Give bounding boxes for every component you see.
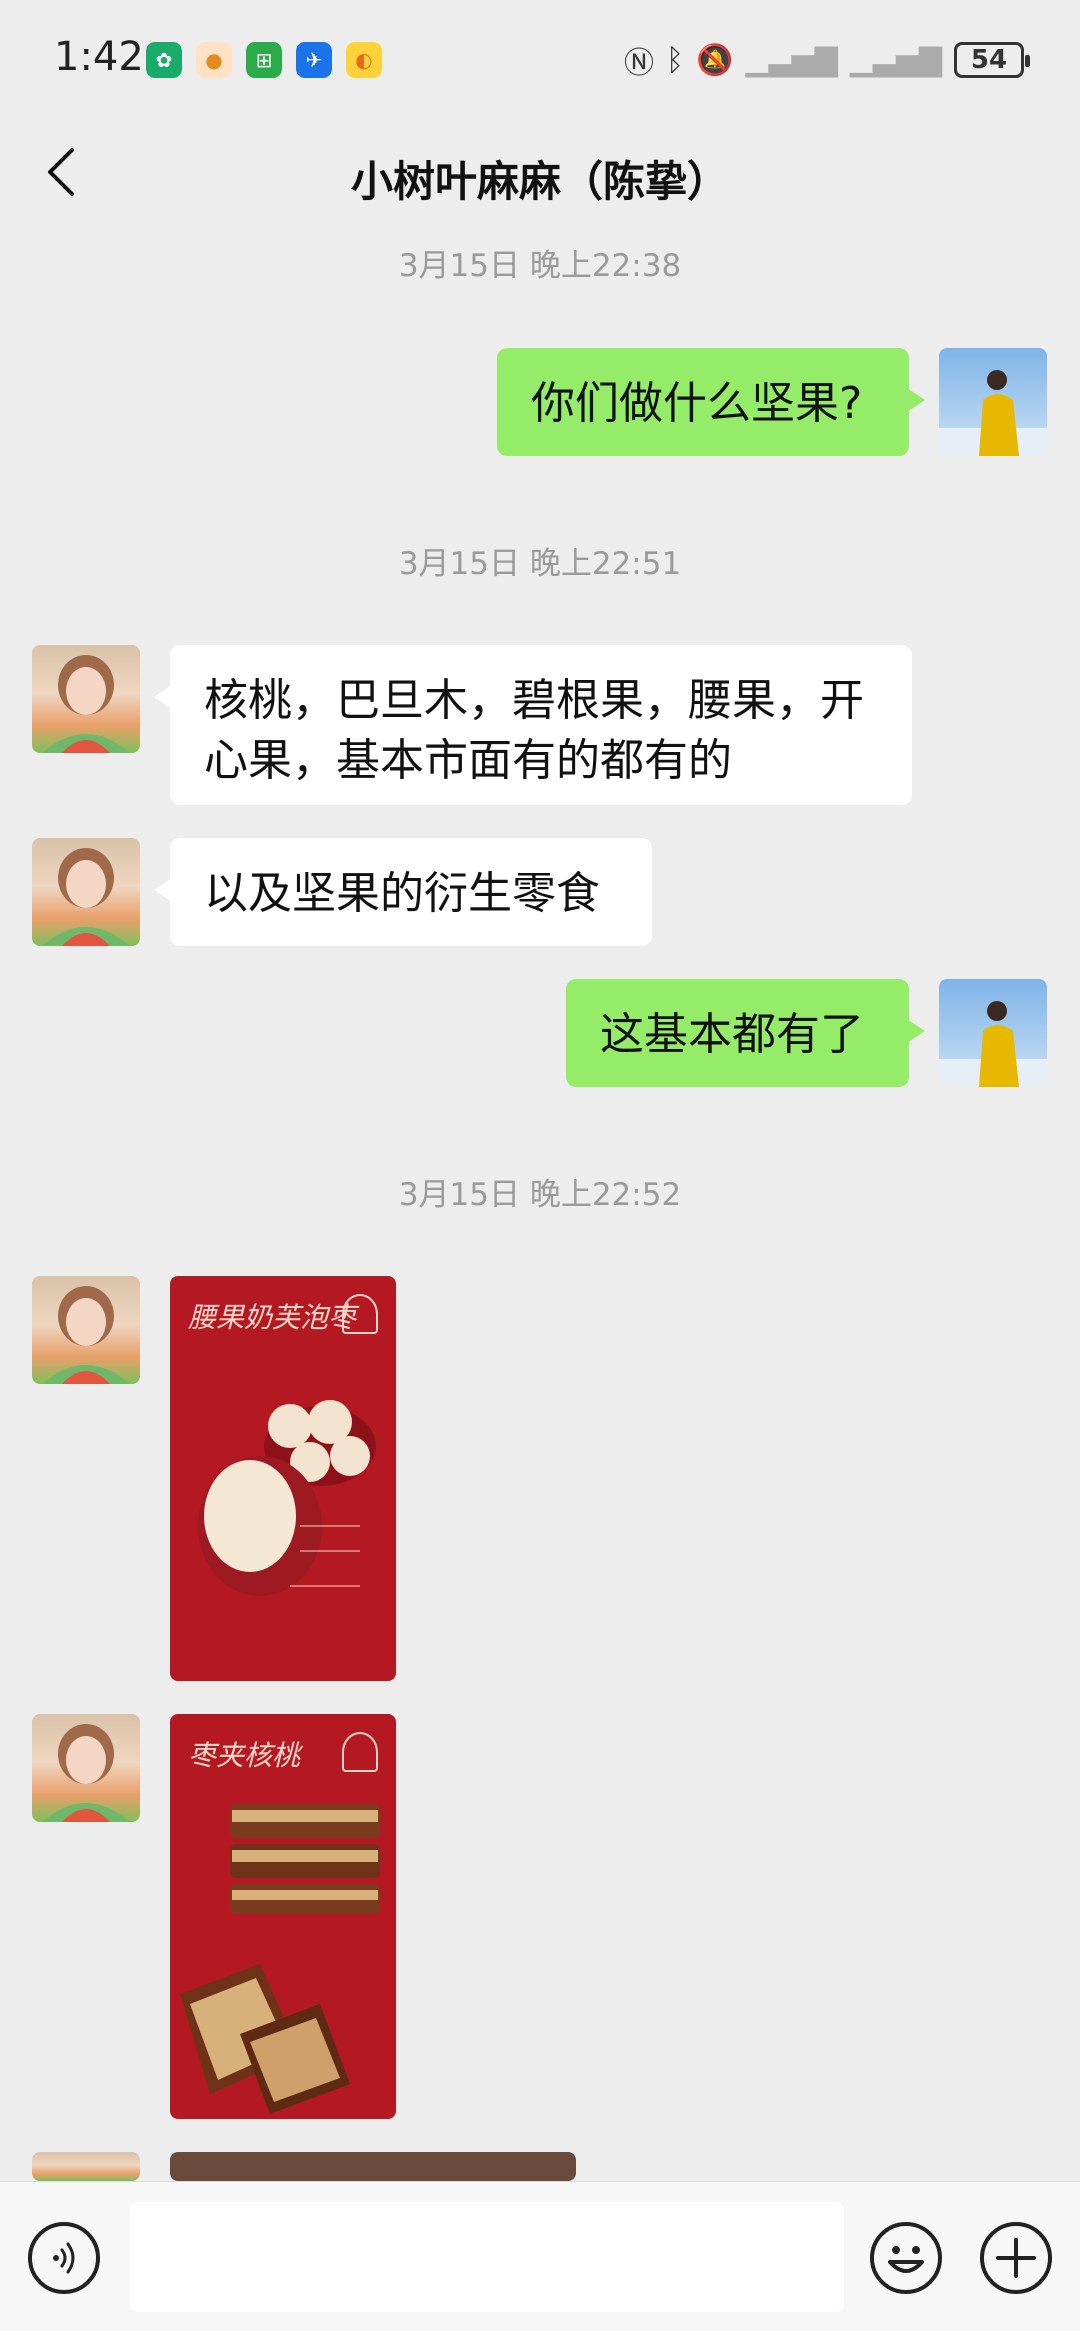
product-image[interactable]: 腰果奶芙泡枣	[170, 1276, 396, 1681]
received-message[interactable]: 以及坚果的衍生零食	[154, 838, 652, 946]
brand-logo-icon	[342, 1294, 378, 1334]
contact-avatar[interactable]	[32, 2152, 140, 2181]
image-title: 枣夹核桃	[188, 1739, 301, 1772]
contact-avatar[interactable]	[32, 645, 140, 753]
avatar-person-icon	[939, 1001, 1047, 1087]
green-app-icon: ⊞	[246, 42, 282, 78]
message-text: 你们做什么坚果?	[531, 378, 863, 429]
avatar-person-icon	[939, 370, 1047, 456]
sent-message[interactable]: 这基本都有了	[566, 979, 925, 1087]
tree-app-icon: ✿	[146, 42, 182, 78]
voice-button[interactable]	[28, 2222, 100, 2294]
walnut-dates-illustration	[180, 1804, 380, 2114]
input-bar	[0, 2181, 1080, 2331]
system-icons: Ⓝ ᛒ 🔕 ▁▃▅▇ ▁▃▅▇ 54	[624, 38, 1030, 82]
message-text-line: 心果，基本市面有的都有的	[204, 735, 732, 786]
plus-icon	[996, 2238, 1036, 2278]
emoji-button[interactable]	[870, 2222, 942, 2294]
avatar-woman-icon	[42, 848, 130, 946]
battery-level: 54	[970, 45, 1008, 75]
cashew-dates-illustration	[198, 1400, 376, 1596]
timestamp: 3月15日 晚上22:51	[398, 546, 682, 582]
timestamp: 3月15日 晚上22:52	[398, 1177, 682, 1213]
battery-indicator: 54	[954, 42, 1030, 78]
signal-icon: ▁▃▅▇	[849, 42, 942, 78]
status-time: 1:42	[54, 34, 144, 80]
bluetooth-icon: ᛒ	[666, 42, 685, 78]
notification-icons: ✿ ● ⊞ ✈ ◐	[146, 42, 382, 78]
product-image[interactable]	[170, 2152, 576, 2181]
avatar-woman-icon	[42, 1286, 130, 1384]
contact-avatar[interactable]	[32, 1714, 140, 1822]
food-app-icon: ●	[196, 42, 232, 78]
nfc-icon: Ⓝ	[624, 46, 655, 81]
product-image[interactable]: 枣夹核桃	[170, 1714, 396, 2119]
message-input[interactable]	[130, 2202, 844, 2312]
voice-icon	[53, 2242, 75, 2274]
chat-header: 小树叶麻麻（陈挚）	[0, 120, 1080, 230]
received-message[interactable]: 核桃，巴旦木，碧根果，腰果，开 心果，基本市面有的都有的	[154, 645, 912, 805]
emoji-icon	[888, 2246, 924, 2273]
my-avatar[interactable]	[939, 348, 1047, 456]
flight-app-icon: ✈	[296, 42, 332, 78]
sent-message[interactable]: 你们做什么坚果?	[497, 348, 925, 456]
chat-title: 小树叶麻麻（陈挚）	[350, 157, 729, 206]
status-bar: 1:42 ✿ ● ⊞ ✈ ◐ Ⓝ ᛒ 🔕 ▁▃▅▇ ▁▃▅▇ 54	[0, 0, 1080, 120]
message-text-line: 核桃，巴旦木，碧根果，腰果，开	[204, 675, 864, 726]
avatar-woman-icon	[42, 1724, 130, 1822]
signal-icon: ▁▃▅▇	[745, 42, 838, 78]
plus-button[interactable]	[980, 2222, 1052, 2294]
duck-app-icon: ◐	[346, 42, 382, 78]
contact-avatar[interactable]	[32, 1276, 140, 1384]
brand-logo-icon	[342, 1732, 378, 1772]
my-avatar[interactable]	[939, 979, 1047, 1087]
image-title: 腰果奶芙泡枣	[188, 1301, 357, 1334]
timestamp: 3月15日 晚上22:38	[398, 248, 682, 284]
mute-icon: 🔕	[696, 42, 734, 78]
avatar-woman-icon	[42, 655, 130, 753]
contact-avatar[interactable]	[32, 838, 140, 946]
message-text: 以及坚果的衍生零食	[204, 868, 600, 919]
message-text: 这基本都有了	[600, 1009, 864, 1060]
